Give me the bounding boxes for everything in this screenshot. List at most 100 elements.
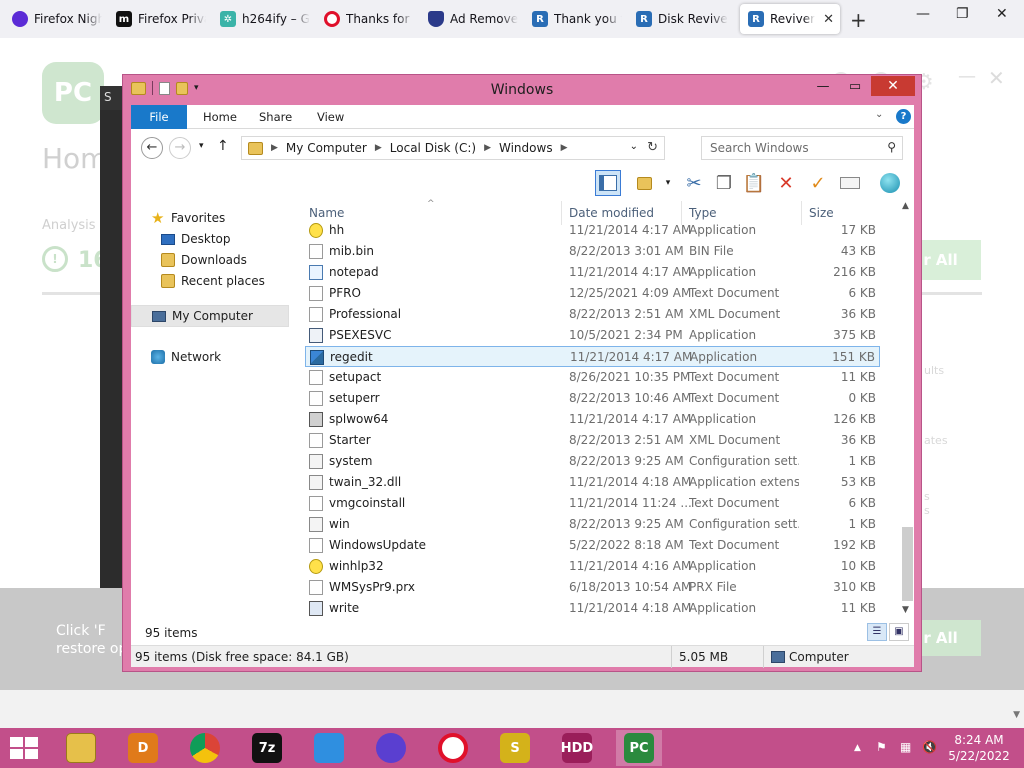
large-icons-view-icon[interactable]: ▣ xyxy=(889,623,909,641)
taskbar-app-s-app[interactable]: S xyxy=(492,730,538,766)
nav-recent-places[interactable]: Recent places xyxy=(161,274,265,288)
forward-button[interactable]: → xyxy=(169,137,191,159)
browser-tab-7[interactable]: R Disk Reviver xyxy=(628,4,734,34)
vertical-scrollbar[interactable]: ▲ ▼ xyxy=(900,199,914,619)
browser-tab-4[interactable]: Thanks for downloading xyxy=(316,4,420,34)
delete-icon[interactable]: ✕ xyxy=(773,170,799,196)
minimize-icon[interactable]: — xyxy=(916,6,930,22)
address-dropdown-icon[interactable]: ⌄ xyxy=(630,141,638,152)
table-row[interactable]: mib.bin 8/22/2013 3:01 AM BIN File 43 KB xyxy=(305,241,880,262)
table-row[interactable]: write 11/21/2014 4:18 AM Application 11 KB xyxy=(305,598,880,619)
preview-pane-icon[interactable] xyxy=(595,170,621,196)
scroll-down-icon[interactable]: ▼ xyxy=(902,605,909,615)
copy-icon[interactable]: ❐ xyxy=(711,170,737,196)
close-icon[interactable]: ✕ xyxy=(996,6,1008,22)
folder-options-icon[interactable] xyxy=(631,170,657,196)
table-row[interactable]: WMSysPr9.prx 6/18/2013 10:54 AM PRX File 31… xyxy=(305,577,880,598)
cut-icon[interactable]: ✂ xyxy=(681,170,707,196)
browser-tab-6[interactable]: R Thank you for xyxy=(524,4,628,34)
network-tray-icon[interactable]: ▦ xyxy=(900,740,911,754)
table-row[interactable]: notepad 11/21/2014 4:17 AM Application 216 … xyxy=(305,262,880,283)
scroll-up-icon[interactable]: ▲ xyxy=(902,201,909,211)
tray-overflow-icon[interactable]: ▲ xyxy=(854,743,861,753)
scrollbar-thumb[interactable] xyxy=(902,527,913,601)
browser-tab-active[interactable]: R ReviverSoft ✕ xyxy=(740,4,840,34)
nav-desktop[interactable]: Desktop xyxy=(161,232,231,246)
browser-tab-3[interactable]: ✲ h264ify – Get xyxy=(212,4,316,34)
nav-network[interactable]: Network xyxy=(151,350,221,364)
up-arrow-icon[interactable]: ↑ xyxy=(217,138,229,154)
breadcrumb-chevron-icon[interactable]: ▶ xyxy=(271,143,278,153)
details-view-icon[interactable]: ☰ xyxy=(867,623,887,641)
taskbar-app-chrome[interactable] xyxy=(182,730,228,766)
column-header-name[interactable]: Name xyxy=(309,206,344,220)
table-row[interactable]: Starter 8/22/2013 2:51 AM XML Document 36 K… xyxy=(305,430,880,451)
table-row[interactable]: PSEXESVC 10/5/2021 2:34 PM Application 375 … xyxy=(305,325,880,346)
column-header-date[interactable]: Date modified xyxy=(569,206,654,220)
table-row[interactable]: PFRO 12/25/2021 4:09 AM Text Document 6 KB xyxy=(305,283,880,304)
action-center-flag-icon[interactable]: ⚑ xyxy=(876,740,887,754)
breadcrumb-my-computer[interactable]: My Computer xyxy=(286,141,367,155)
breadcrumb-windows[interactable]: Windows xyxy=(499,141,553,155)
nav-downloads[interactable]: Downloads xyxy=(161,253,247,267)
close-tab-icon[interactable]: ✕ xyxy=(823,12,834,27)
refresh-icon[interactable]: ↻ xyxy=(647,140,658,155)
table-row[interactable]: hh 11/21/2014 4:17 AM Application 17 KB xyxy=(305,220,880,241)
maximize-button[interactable]: ▭ xyxy=(841,77,869,97)
search-icon[interactable]: ⚲ xyxy=(887,140,896,154)
breadcrumb-chevron-icon[interactable]: ▶ xyxy=(561,143,568,153)
taskbar-app-opera[interactable] xyxy=(430,730,476,766)
table-row[interactable]: Professional 8/22/2013 2:51 AM XML Documen… xyxy=(305,304,880,325)
window-titlebar[interactable]: ▾ Windows — ▭ ✕ xyxy=(123,75,921,105)
new-tab-button[interactable]: + xyxy=(850,8,867,32)
minimize-button[interactable]: — xyxy=(809,77,837,97)
taskbar-app-7zip[interactable]: 7z xyxy=(244,730,290,766)
table-row[interactable]: WindowsUpdate 5/22/2022 8:18 AM Text Docum… xyxy=(305,535,880,556)
taskbar-app-winx[interactable] xyxy=(306,730,352,766)
volume-muted-icon[interactable]: 🔇 xyxy=(922,740,937,754)
table-row[interactable]: system 8/22/2013 9:25 AM Configuration set… xyxy=(305,451,880,472)
scrollbar-down-arrow-icon[interactable]: ▼ xyxy=(1013,710,1020,720)
paste-icon[interactable]: 📋 xyxy=(741,170,767,196)
column-header-size[interactable]: Size xyxy=(809,206,834,220)
tab-view[interactable]: View xyxy=(303,105,358,129)
taskbar-app-pc-reviver[interactable]: PC xyxy=(616,730,662,766)
recent-locations-chevron-icon[interactable]: ▾ xyxy=(199,141,204,151)
nav-favorites[interactable]: ★ Favorites xyxy=(151,211,225,226)
browser-tab-5[interactable]: Ad Remover xyxy=(420,4,524,34)
back-button[interactable]: ← xyxy=(141,137,163,159)
tab-share[interactable]: Share xyxy=(245,105,306,129)
help-icon[interactable]: ? xyxy=(896,109,911,124)
table-row[interactable]: setupact 8/26/2021 10:35 PM Text Document 1… xyxy=(305,367,880,388)
chevron-down-icon[interactable]: ⌄ xyxy=(875,109,883,120)
browser-tab-1[interactable]: Firefox Nightly xyxy=(4,4,108,34)
browser-tab-2[interactable]: m Firefox Privacy xyxy=(108,4,212,34)
table-row[interactable]: splwow64 11/21/2014 4:17 AM Application 126… xyxy=(305,409,880,430)
taskbar-app-disk-d3[interactable]: D xyxy=(120,730,166,766)
table-row[interactable]: twain_32.dll 11/21/2014 4:18 AM Applicatio… xyxy=(305,472,880,493)
restore-icon[interactable]: ❐ xyxy=(956,6,969,22)
close-button[interactable]: ✕ xyxy=(871,76,915,96)
table-row[interactable]: winhlp32 11/21/2014 4:16 AM Application 10 … xyxy=(305,556,880,577)
table-row[interactable]: vmgcoinstall 11/21/2014 11:24 ... Text Doc… xyxy=(305,493,880,514)
search-input[interactable]: Search Windows ⚲ xyxy=(701,136,903,160)
taskbar-app-hdd-reviver[interactable]: HDD xyxy=(554,730,600,766)
address-bar[interactable]: ▶ My Computer ▶ Local Disk (C:) ▶ Window… xyxy=(241,136,665,160)
globe-icon[interactable] xyxy=(877,170,903,196)
windows-start-icon[interactable] xyxy=(10,737,38,759)
checkmark-icon[interactable]: ✓ xyxy=(805,170,831,196)
chevron-down-icon[interactable]: ▾ xyxy=(655,170,681,196)
rename-icon[interactable] xyxy=(837,170,863,196)
taskbar-app-firefox[interactable] xyxy=(368,730,414,766)
column-header-type[interactable]: Type xyxy=(689,206,717,220)
table-row[interactable]: win 8/22/2013 9:25 AM Configuration sett..… xyxy=(305,514,880,535)
tab-home[interactable]: Home xyxy=(189,105,251,129)
table-row[interactable]: regedit 11/21/2014 4:17 AM Application 151 … xyxy=(305,346,880,367)
breadcrumb-local-disk[interactable]: Local Disk (C:) xyxy=(390,141,476,155)
nav-my-computer[interactable]: My Computer xyxy=(131,305,289,327)
tab-file[interactable]: File xyxy=(131,105,187,129)
breadcrumb-chevron-icon[interactable]: ▶ xyxy=(375,143,382,153)
table-row[interactable]: setuperr 8/22/2013 10:46 AM Text Document 0… xyxy=(305,388,880,409)
taskbar-app-file-explorer[interactable] xyxy=(58,730,104,766)
breadcrumb-chevron-icon[interactable]: ▶ xyxy=(484,143,491,153)
